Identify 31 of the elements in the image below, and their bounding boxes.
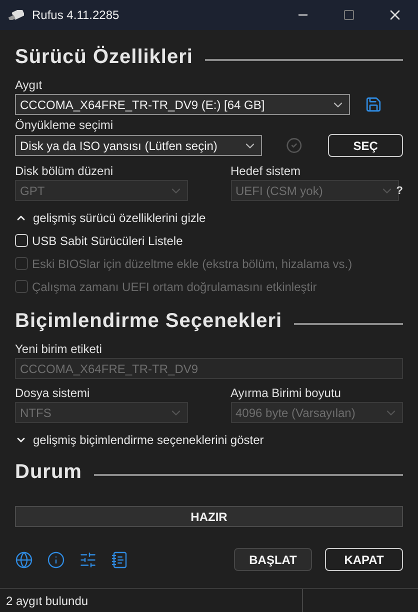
maximize-icon — [343, 9, 355, 21]
notebook-icon[interactable] — [111, 550, 129, 568]
globe-icon[interactable] — [15, 550, 33, 568]
select-button[interactable]: SEÇ — [328, 134, 403, 157]
field-label: Aygıt — [15, 78, 44, 92]
settings-icon[interactable] — [79, 550, 97, 568]
usb-drive-icon — [8, 10, 24, 20]
checkbox-label: Eski BIOSlar için düzeltme ekle (ekstra bölüm, hizalama vs.) — [32, 256, 352, 270]
advanced-toggle[interactable]: gelişmiş biçimlendirme seçeneklerini göster — [15, 433, 264, 447]
field-label: Hedef sistem — [230, 164, 302, 178]
window-title: Rufus 4.11.2285 — [32, 8, 120, 22]
checkbox-label: Çalışma zamanı UEFI ortam doğrulamasını etkinleştir — [32, 280, 317, 294]
device-dropdown[interactable]: CCCOMA_X64FRE_TR-TR_DV9 (E:) [64 GB] — [15, 94, 350, 115]
field-label: Disk bölüm düzeni — [15, 164, 114, 178]
start-button[interactable]: BAŞLAT — [234, 548, 312, 571]
section-heading: Biçimlendirme Seçenekleri — [15, 310, 282, 333]
advanced-toggle[interactable]: gelişmiş sürücü özelliklerini gizle — [15, 211, 206, 225]
section-heading: Sürücü Özellikleri — [15, 46, 193, 69]
field-label: Önyükleme seçimi — [15, 118, 114, 132]
save-icon[interactable] — [365, 96, 382, 113]
status-bar-text: 2 aygıt bulundu — [5, 594, 90, 608]
field-label: Yeni birim etiketi — [15, 342, 103, 356]
check-circle-icon — [286, 137, 302, 154]
info-icon[interactable] — [47, 550, 65, 568]
section-heading: Durum — [15, 461, 82, 484]
checkbox-label: USB Sabit Sürücüleri Listele — [32, 234, 183, 248]
field-label: Dosya sistemi — [15, 386, 91, 400]
field-label: Ayırma Birimi boyutu — [230, 386, 342, 400]
close-app-button[interactable]: KAPAT — [325, 548, 403, 571]
status-text: HAZIR — [190, 510, 228, 524]
boot-selection-dropdown[interactable]: Disk ya da ISO yansısı (Lütfen seçin) — [15, 135, 262, 156]
